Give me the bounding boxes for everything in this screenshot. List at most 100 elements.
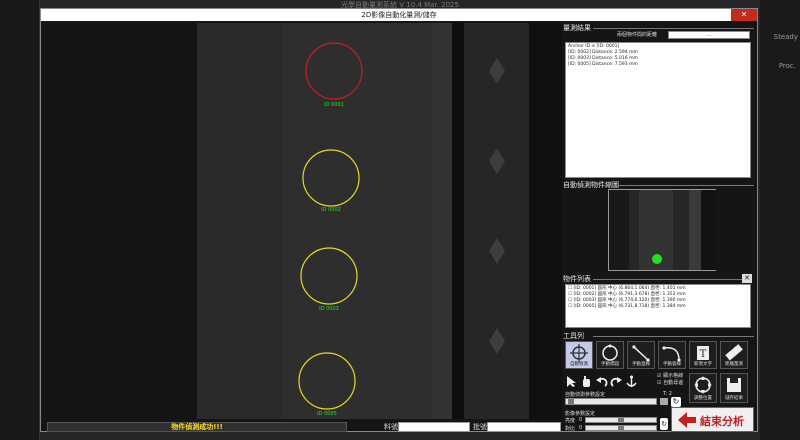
anchor-icon[interactable] bbox=[625, 375, 638, 388]
circle-0005-outline bbox=[298, 352, 356, 410]
image-viewport[interactable]: ID 0001 ID 0002 ID 0003 ID 0005 bbox=[47, 23, 562, 419]
thumbnail-preview[interactable] bbox=[608, 189, 717, 271]
slider-thumb[interactable] bbox=[618, 418, 624, 422]
reset-param-icon[interactable]: ↻ bbox=[671, 397, 681, 407]
circle-0001-label: ID 0001 bbox=[324, 102, 344, 108]
divider bbox=[593, 28, 754, 29]
checkbox-group: ☑ 顯示格線 ☑ 自動尋邊 bbox=[657, 373, 683, 387]
show-grid-checkbox[interactable]: ☑ 顯示格線 bbox=[657, 373, 683, 380]
list-item[interactable]: ☐ [ID: 0005] 圓形 中心 (6.731,8.718) 直徑: 1.3… bbox=[568, 304, 748, 310]
auto-edge-checkbox[interactable]: ☑ 自動尋邊 bbox=[657, 380, 683, 387]
divider bbox=[593, 336, 754, 337]
status-message: 物件偵測成功!!! bbox=[171, 423, 223, 431]
crosshair-icon bbox=[570, 344, 588, 362]
close-button[interactable]: ✕ bbox=[731, 9, 757, 21]
detect-param-label: 自動偵測參數設定 bbox=[565, 392, 606, 398]
save-result-button[interactable]: 儲存結果 bbox=[720, 373, 748, 403]
divider bbox=[619, 185, 754, 186]
svg-text:T: T bbox=[700, 349, 707, 360]
thumb-stripe bbox=[689, 190, 701, 270]
line-draw-icon bbox=[632, 345, 650, 362]
material-label: 料號 bbox=[384, 423, 398, 431]
lot-label: 批號 bbox=[473, 423, 487, 431]
tool-manual-line[interactable]: 手動直線 bbox=[627, 341, 655, 369]
undo-icon[interactable] bbox=[595, 375, 608, 388]
detect-param-t: T: 2 bbox=[663, 391, 672, 397]
tool-manual-arc[interactable]: 手動弧線 bbox=[658, 341, 686, 369]
slider-thumb[interactable] bbox=[618, 426, 624, 430]
contrast-label: 對比 bbox=[565, 426, 576, 432]
detect-param-slider[interactable] bbox=[565, 398, 657, 405]
tool-label: 手動弧線 bbox=[663, 362, 681, 367]
circle-0003-outline bbox=[300, 247, 358, 305]
arc-draw-icon bbox=[662, 346, 681, 362]
distance-label: 兩個物件間的距離 bbox=[617, 32, 658, 38]
contrast-value: 0 bbox=[579, 425, 583, 431]
tool-label: 新增文字 bbox=[694, 362, 712, 367]
dialog-title: 2D影像自動化量測/儲存 bbox=[361, 11, 437, 19]
divider bbox=[593, 279, 742, 280]
contrast-slider[interactable] bbox=[585, 425, 657, 431]
thumb-stripe bbox=[701, 190, 717, 270]
background-left-panel bbox=[0, 0, 40, 440]
circle-0002-outline bbox=[302, 149, 360, 207]
toolbar-section-title: 工具列 bbox=[563, 332, 584, 340]
measurement-dialog: 2D影像自動化量測/儲存 ✕ ID 0001 ID 0002 ID 0003 I… bbox=[40, 8, 758, 432]
dialog-titlebar: 2D影像自動化量測/儲存 ✕ bbox=[41, 9, 757, 21]
thumb-object-marker bbox=[652, 254, 662, 264]
circle-0003-label: ID 0003 bbox=[319, 306, 339, 312]
tool-auto-detect[interactable]: 自動偵測 bbox=[565, 341, 593, 369]
circle-draw-icon bbox=[602, 344, 618, 361]
measure-section-title: 量測結果 bbox=[563, 24, 591, 32]
tool-label: 距離量測 bbox=[725, 362, 743, 367]
circle-0005[interactable]: ID 0005 bbox=[298, 352, 356, 417]
right-panel: 量測結果 兩個物件間的距離 ... Anchor ID is [ID: 0001… bbox=[563, 23, 756, 433]
material-input[interactable] bbox=[398, 422, 470, 432]
tool-label: 自動偵測 bbox=[570, 362, 588, 367]
circle-0005-label: ID 0005 bbox=[317, 411, 337, 417]
redo-icon[interactable] bbox=[610, 375, 623, 388]
circle-0001-outline bbox=[305, 42, 363, 100]
image-param-label: 影像參數設定 bbox=[565, 411, 596, 417]
end-analysis-label: 結束分析 bbox=[700, 415, 744, 428]
tool-manual-circle[interactable]: 手動標圓 bbox=[596, 341, 624, 369]
circle-0003[interactable]: ID 0003 bbox=[300, 247, 358, 312]
distance-select[interactable]: ... bbox=[668, 31, 750, 39]
tool-label: 手動直線 bbox=[632, 362, 650, 367]
detect-param-swatch[interactable] bbox=[660, 398, 668, 405]
tool-distance-measure[interactable]: 距離量測 bbox=[720, 341, 748, 369]
lot-input[interactable] bbox=[487, 422, 561, 432]
tool-add-text[interactable]: T 新增文字 bbox=[689, 341, 717, 369]
reset-image-icon[interactable]: ↻ bbox=[660, 418, 668, 430]
background-proc-label: Proc. bbox=[778, 62, 796, 70]
result-line: [ID: 0005] Distance: 7.593 mm bbox=[568, 62, 638, 67]
image-overlay: ID 0001 ID 0002 ID 0003 ID 0005 bbox=[298, 42, 505, 417]
slider-thumb[interactable] bbox=[568, 399, 574, 404]
arrow-left-icon bbox=[678, 412, 696, 428]
clear-objects-button[interactable]: ✕ bbox=[742, 274, 752, 283]
adjust-position-button[interactable]: 調整位置 bbox=[689, 373, 717, 403]
brightness-label: 亮度 bbox=[565, 418, 576, 424]
measure-results-box: Anchor ID is [ID: 0001] [ID: 0002] Dista… bbox=[565, 42, 751, 178]
tool-label: 手動標圓 bbox=[601, 362, 619, 367]
circle-0002-label: ID 0002 bbox=[321, 207, 341, 213]
objects-list: ☐ [ID: 0001] 圓形 中心 (6.864,1.064) 直徑: 1.4… bbox=[565, 284, 751, 328]
tool-label: 調整位置 bbox=[694, 396, 712, 401]
move-icon bbox=[694, 376, 712, 394]
hole-diamonds bbox=[489, 58, 505, 354]
tool-label: 儲存結果 bbox=[725, 396, 743, 401]
status-bar: 物件偵測成功!!! bbox=[47, 422, 347, 432]
text-icon: T bbox=[697, 346, 709, 360]
brightness-value: 0 bbox=[579, 417, 583, 423]
pointer-icon[interactable] bbox=[565, 375, 578, 388]
brightness-slider[interactable] bbox=[585, 417, 657, 423]
background-steady-label: Steady bbox=[773, 33, 798, 41]
hand-icon[interactable] bbox=[580, 375, 593, 388]
thumb-stripe bbox=[609, 190, 629, 270]
circle-0001[interactable]: ID 0001 bbox=[305, 42, 363, 108]
ruler-icon bbox=[725, 344, 743, 361]
objects-section-title: 物件列表 bbox=[563, 275, 591, 283]
circle-0002[interactable]: ID 0002 bbox=[302, 149, 360, 213]
end-analysis-button[interactable]: 結束分析 bbox=[671, 407, 754, 432]
save-icon bbox=[727, 378, 741, 392]
